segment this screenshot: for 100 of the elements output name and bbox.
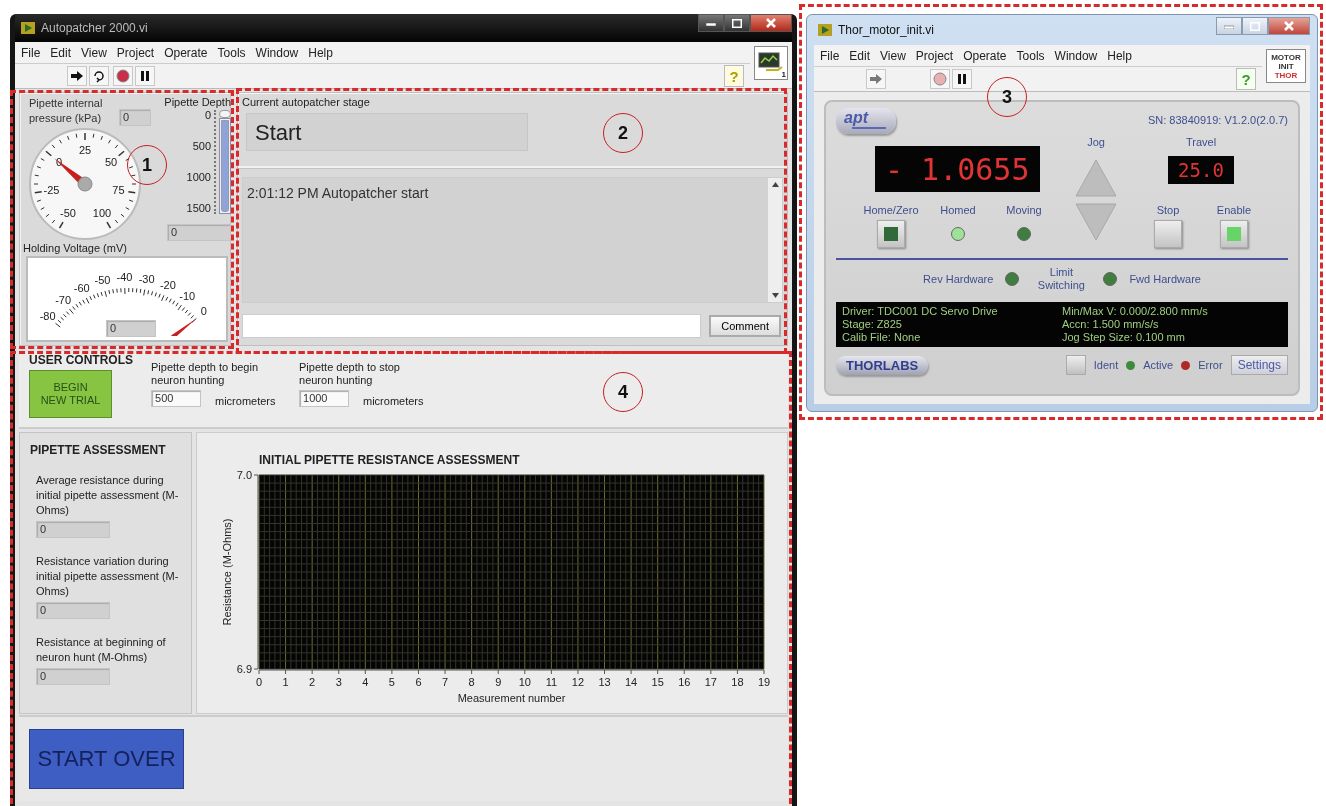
minimize-button[interactable] xyxy=(698,14,724,32)
control-label: Fwd Hardware xyxy=(1129,273,1201,285)
info-line: Driver: TDC001 DC Servo Drive xyxy=(842,305,999,318)
menu-item[interactable]: Operate xyxy=(164,45,208,60)
jog-label: Jog xyxy=(1087,136,1105,148)
minimize-icon xyxy=(706,20,716,26)
scale-label: 1500 xyxy=(186,203,211,214)
field-label: Resistance at beginning of neuron hunt (M-Ohms) xyxy=(36,635,167,665)
control-label: Active xyxy=(1143,359,1174,371)
icon-label: INIT xyxy=(1278,61,1294,71)
logo-text: apt xyxy=(844,109,868,127)
pause-button[interactable] xyxy=(135,66,155,86)
menu-item[interactable]: View xyxy=(880,48,906,63)
tick-label: 16 xyxy=(678,676,691,688)
travel-label: Travel xyxy=(1185,136,1217,148)
icon-label: THOR xyxy=(1274,70,1298,80)
control-label: Enable xyxy=(1216,203,1252,216)
menu-item[interactable]: Help xyxy=(1107,48,1132,63)
comment-field[interactable] xyxy=(242,314,702,338)
gauge-scale-label: -25 xyxy=(43,183,60,196)
field-label: Average resistance during initial pipette assessment (M-Ohms) xyxy=(36,473,180,518)
value-field: 0 xyxy=(36,521,110,538)
abort-button[interactable] xyxy=(113,66,133,86)
menu-item[interactable]: Tools xyxy=(1016,48,1045,63)
menu-item[interactable]: Window xyxy=(1054,48,1098,63)
menu-item[interactable]: File xyxy=(21,45,41,60)
scale-label: 500 xyxy=(192,141,211,152)
field-label: Current autopatcher stage xyxy=(242,96,371,108)
close-button[interactable] xyxy=(1268,17,1310,35)
meter-scale-label: -80 xyxy=(39,310,56,323)
run-button[interactable] xyxy=(67,66,87,86)
info-line: Accn: 1.500 mm/s/s xyxy=(1062,318,1160,331)
meter-scale-label: 0 xyxy=(200,304,207,317)
control-label: Ident xyxy=(1093,359,1119,371)
run-continuously-button[interactable] xyxy=(89,66,109,86)
toggle-button[interactable] xyxy=(1220,220,1248,248)
close-button[interactable] xyxy=(750,14,792,32)
info-line: Stage: Z825 xyxy=(842,318,903,331)
gauge-label: Pipette internal pressure (kPa) xyxy=(29,96,104,126)
meter-scale-label: -70 xyxy=(55,294,72,307)
window-title: Autopatcher 2000.vi xyxy=(41,21,148,35)
value-field: 0 xyxy=(36,668,110,685)
pause-button[interactable] xyxy=(952,69,972,89)
menu-item[interactable]: Tools xyxy=(217,45,246,60)
gauge-scale-label: 25 xyxy=(78,144,92,156)
meter-scale-label: -40 xyxy=(116,271,133,284)
gauge-scale-label: 100 xyxy=(92,207,112,220)
scrollbar[interactable] xyxy=(768,178,782,302)
meter-scale-label: -60 xyxy=(73,282,90,295)
arrow-icon xyxy=(70,69,84,83)
menu-item[interactable]: Edit xyxy=(50,45,72,60)
tick-label: 2 xyxy=(309,676,316,688)
close-icon xyxy=(1284,21,1294,31)
tick-label: 6.9 xyxy=(236,663,252,675)
tick-label: 3 xyxy=(335,676,342,688)
menu-item[interactable]: Project xyxy=(116,45,155,60)
settings-button[interactable]: Settings xyxy=(1230,355,1288,375)
maximize-icon xyxy=(732,18,742,28)
gauge-scale-label: -50 xyxy=(60,207,76,220)
menu-item[interactable]: Project xyxy=(915,48,954,63)
info-line: Min/Max V: 0.000/2.800 mm/s xyxy=(1062,305,1209,318)
number-field[interactable]: 1000 xyxy=(299,390,349,407)
log-line: 2:01:12 PM Autopatcher start xyxy=(247,184,430,202)
scroll-down-icon xyxy=(771,293,779,298)
number-field[interactable]: 500 xyxy=(151,390,201,407)
window-title: Thor_motor_init.vi xyxy=(838,23,935,37)
tick-label: 15 xyxy=(651,676,664,688)
tick-label: 13 xyxy=(598,676,611,688)
menu-item[interactable]: Help xyxy=(308,45,333,60)
toggle-button[interactable] xyxy=(877,220,905,248)
needle-pivot xyxy=(77,176,93,192)
menu-item[interactable]: File xyxy=(820,48,840,63)
field-label: Resistance variation during initial pipette assessment (M-Ohms) xyxy=(36,554,180,599)
travel-display: 25.0 xyxy=(1168,156,1234,184)
tick-label: 14 xyxy=(625,676,638,688)
brand-logo: THORLABS xyxy=(836,355,929,375)
chart-title: INITIAL PIPETTE RESISTANCE ASSESSMENT xyxy=(259,453,520,467)
stage-field: Start xyxy=(246,113,528,151)
tick-label: 5 xyxy=(388,676,395,688)
value-field: 0 xyxy=(167,224,231,241)
tick-label: 18 xyxy=(731,676,744,688)
begin-trial-button[interactable]: BEGIN NEW TRIAL xyxy=(29,370,112,418)
menu-item[interactable]: Operate xyxy=(963,48,1007,63)
info-line: Calib File: None xyxy=(842,331,922,344)
arrow-icon xyxy=(869,72,883,86)
menu-item[interactable]: Edit xyxy=(849,48,871,63)
info-line: Jog Step Size: 0.100 mm xyxy=(1062,331,1186,344)
comment-button[interactable]: Comment xyxy=(709,315,781,337)
maximize-button[interactable] xyxy=(724,14,750,32)
connector-number: 1 xyxy=(781,70,786,79)
menu-item[interactable]: View xyxy=(81,45,107,60)
position-display: - 1.0655 xyxy=(874,146,1040,192)
control-label: Rev Hardware xyxy=(923,273,994,285)
tick-label: 7 xyxy=(442,676,449,688)
help-button[interactable]: ? xyxy=(1236,68,1256,90)
section-title: USER CONTROLS xyxy=(29,353,133,367)
axis-title: Measurement number xyxy=(457,692,566,704)
menu-item[interactable]: Window xyxy=(255,45,299,60)
tick-label: 1 xyxy=(282,676,289,688)
tick-label: 4 xyxy=(362,676,369,688)
